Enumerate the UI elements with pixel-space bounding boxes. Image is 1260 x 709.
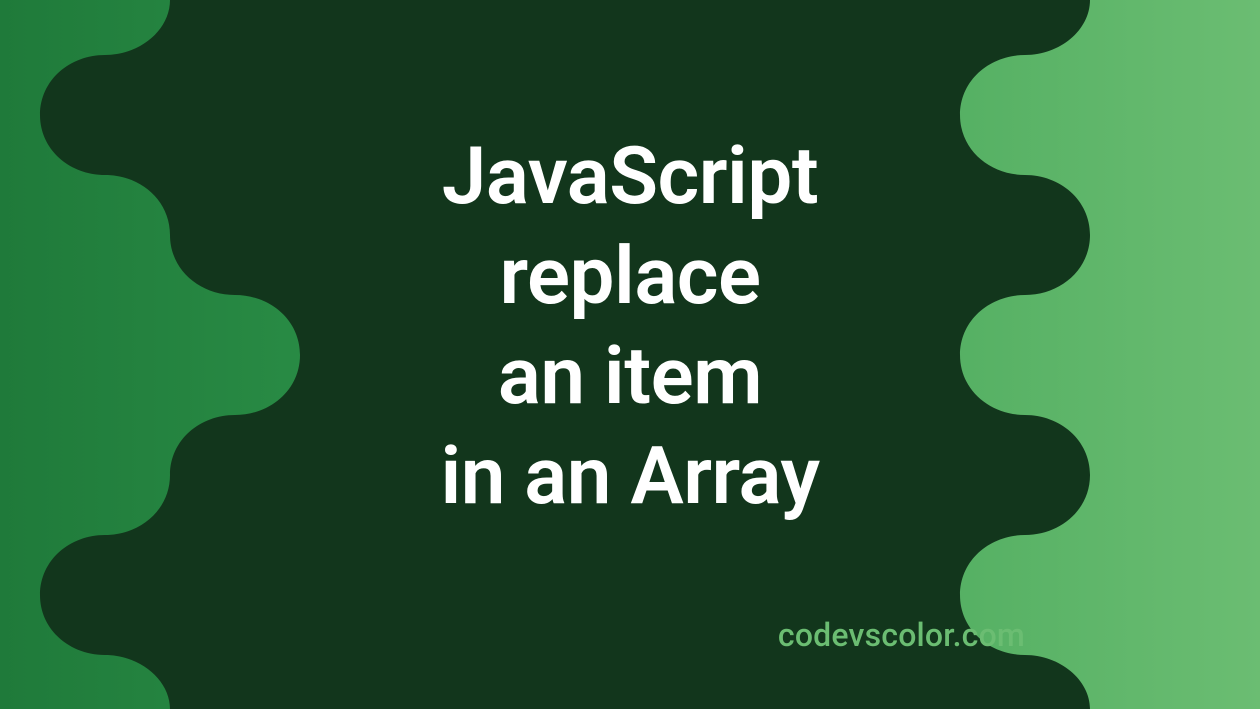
hero-title: JavaScript replace an item in an Array [440, 126, 819, 526]
site-watermark: codevscolor.com [778, 616, 1025, 654]
